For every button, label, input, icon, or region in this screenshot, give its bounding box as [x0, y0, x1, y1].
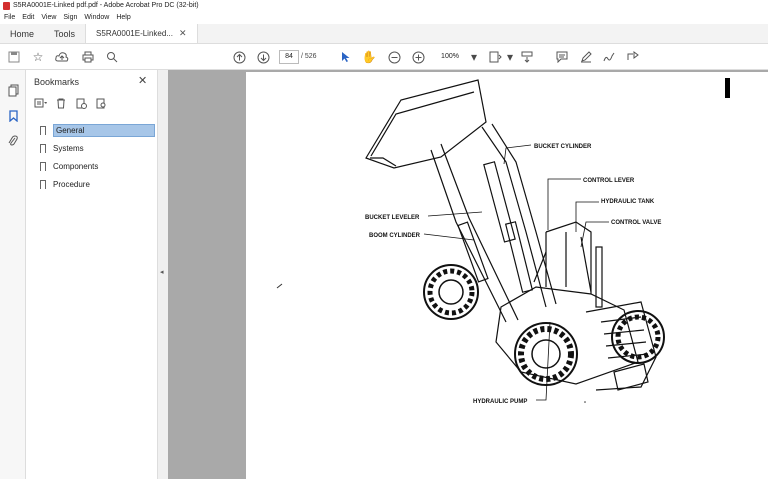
toolbar: ☆ 84 / 526 ✋ 100% ▾ ▾ — [0, 44, 768, 70]
menu-bar: File Edit View Sign Window Help — [0, 11, 768, 24]
new-bookmark-icon[interactable] — [74, 96, 88, 110]
panel-splitter[interactable]: ◂ — [158, 70, 168, 479]
view-options-dropdown-icon[interactable]: ▾ — [502, 49, 518, 65]
share-icon[interactable] — [625, 49, 641, 65]
title-bar: S5RA0001E-Linked pdf.pdf - Adobe Acrobat… — [0, 0, 768, 11]
bookmark-flag-icon — [40, 162, 46, 171]
previous-page-icon[interactable] — [231, 49, 247, 65]
pdf-app-icon — [3, 1, 10, 10]
bookmark-label: Procedure — [53, 180, 90, 189]
zoom-dropdown-icon[interactable]: ▾ — [466, 49, 482, 65]
bookmark-item-components[interactable]: Components — [40, 159, 155, 174]
menu-sign[interactable]: Sign — [63, 11, 77, 24]
next-page-icon[interactable] — [255, 49, 271, 65]
hand-tool-icon[interactable]: ✋ — [361, 49, 377, 65]
page-thumbnails-icon[interactable] — [5, 82, 21, 98]
bookmark-item-procedure[interactable]: Procedure — [40, 177, 155, 192]
callout-control-lever: CONTROL LEVER — [583, 178, 635, 184]
tab-tools[interactable]: Tools — [44, 24, 85, 43]
upload-cloud-icon[interactable] — [54, 49, 70, 65]
bookmark-item-general[interactable]: General — [40, 123, 155, 138]
close-icon[interactable]: ✕ — [138, 74, 147, 87]
attachment-paperclip-icon[interactable] — [5, 132, 21, 148]
menu-view[interactable]: View — [41, 11, 56, 24]
collapse-arrow-icon[interactable]: ◂ — [160, 268, 164, 276]
menu-window[interactable]: Window — [84, 11, 109, 24]
loader-hydraulic-diagram: BUCKET CYLINDER CONTROL LEVER HYDRAULIC … — [276, 78, 730, 405]
callout-bucket-leveler: BUCKET LEVELER — [365, 215, 420, 221]
zoom-out-icon[interactable] — [386, 49, 402, 65]
comment-icon[interactable] — [554, 49, 570, 65]
page-marker — [725, 78, 730, 98]
zoom-in-icon[interactable] — [410, 49, 426, 65]
bookmark-flag-icon — [40, 180, 46, 189]
select-cursor-icon[interactable] — [338, 49, 354, 65]
tab-home[interactable]: Home — [0, 24, 44, 43]
window-title: S5RA0001E-Linked pdf.pdf - Adobe Acrobat… — [13, 2, 199, 9]
bookmark-flag-icon — [40, 144, 46, 153]
menu-file[interactable]: File — [4, 11, 15, 24]
print-icon[interactable] — [80, 49, 96, 65]
sign-icon[interactable] — [601, 49, 617, 65]
callout-bucket-cylinder: BUCKET CYLINDER — [534, 144, 592, 150]
delete-trash-icon[interactable] — [54, 96, 68, 110]
close-icon[interactable]: ✕ — [179, 28, 187, 39]
menu-help[interactable]: Help — [116, 11, 130, 24]
save-icon[interactable] — [6, 49, 22, 65]
page-number-input[interactable]: 84 — [279, 50, 299, 64]
tab-document-label: S5RA0001E-Linked... — [96, 29, 173, 38]
fit-page-icon[interactable] — [487, 49, 503, 65]
stray-dot — [584, 401, 586, 403]
bookmark-label: Components — [53, 162, 99, 171]
bookmark-panel-icon[interactable] — [5, 108, 21, 124]
bookmark-tools — [34, 96, 108, 110]
search-icon[interactable] — [104, 49, 120, 65]
scroll-mode-icon[interactable] — [519, 49, 535, 65]
options-menu-icon[interactable] — [34, 96, 48, 110]
stray-mark — [276, 283, 283, 289]
zoom-level-select[interactable]: 100% — [436, 50, 464, 64]
bookmarks-title: Bookmarks — [34, 77, 80, 87]
bookmark-label: Systems — [53, 144, 84, 153]
callout-hydraulic-pump: HYDRAULIC PUMP — [473, 399, 527, 405]
callout-control-valve: CONTROL VALVE — [611, 220, 661, 226]
navigation-rail — [0, 70, 26, 479]
bookmark-label: General — [53, 124, 155, 137]
highlight-pen-icon[interactable] — [578, 49, 594, 65]
tab-document[interactable]: S5RA0001E-Linked... ✕ — [85, 24, 198, 43]
star-icon[interactable]: ☆ — [30, 49, 46, 65]
callout-boom-cylinder: BOOM CYLINDER — [369, 233, 421, 239]
bookmark-item-systems[interactable]: Systems — [40, 141, 155, 156]
menu-edit[interactable]: Edit — [22, 11, 34, 24]
pdf-page: BUCKET CYLINDER CONTROL LEVER HYDRAULIC … — [246, 72, 768, 479]
tab-bar: Home Tools S5RA0001E-Linked... ✕ — [0, 24, 768, 44]
bookmark-search-icon[interactable] — [94, 96, 108, 110]
bookmarks-panel: Bookmarks ✕ General Systems Components P… — [26, 70, 158, 479]
page-total: / 526 — [301, 53, 317, 60]
bookmark-flag-icon — [40, 126, 46, 135]
callout-hydraulic-tank: HYDRAULIC TANK — [601, 199, 655, 205]
